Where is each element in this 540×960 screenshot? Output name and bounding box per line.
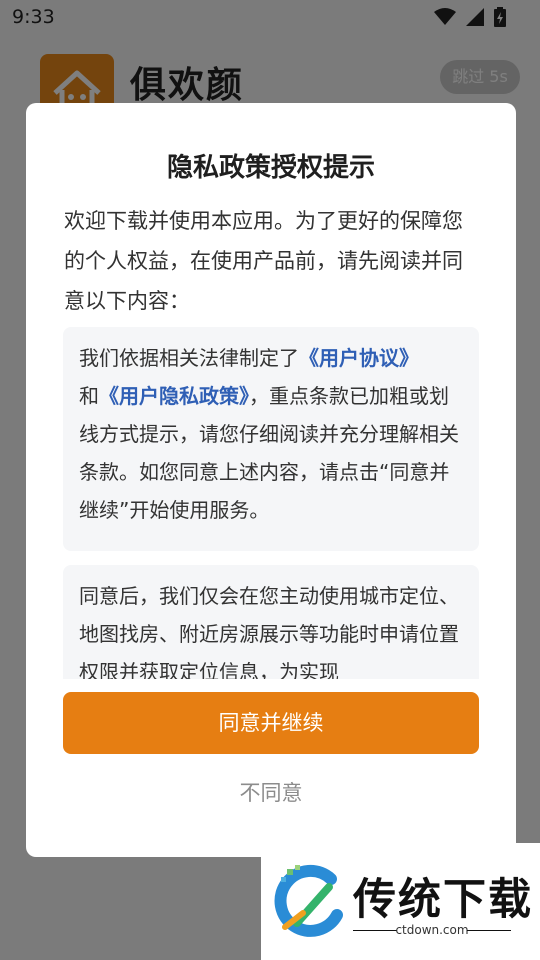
dialog-title: 隐私政策授权提示 [166,153,375,183]
watermark: 传统下载 ctdown.com [261,843,540,960]
terms-conjunction: 和 [79,384,99,408]
user-agreement-link[interactable]: 《用户协议》 [299,346,419,370]
disagree-button[interactable]: 不同意 [26,777,516,807]
location-permission-box: 同意后，我们仅会在您主动使用城市定位、地图找房、附近房源展示等功能时申请位置权限… [63,565,479,679]
watermark-rule-right [467,930,511,931]
dialog-intro: 欢迎下载并使用本应用。为了更好的保障您的个人权益，在使用产品前，请先阅读并同意以… [64,209,463,313]
terms-box: 我们依据相关法律制定了《用户协议》 和《用户隐私政策》，重点条款已加粗或划线方式提… [63,327,479,551]
location-permission-text: 同意后，我们仅会在您主动使用城市定位、地图找房、附近房源展示等功能时申请位置权限… [79,584,459,679]
agree-continue-button[interactable]: 同意并继续 [63,692,479,754]
terms-prefix: 我们依据相关法律制定了 [79,346,299,370]
ctdown-logo [274,864,343,937]
watermark-title: 传统下载 [353,875,533,925]
privacy-dialog: 隐私政策授权提示 欢迎下载并使用本应用。为了更好的保障您的个人权益，在使用产品前… [26,103,516,857]
terms-scroll-area[interactable]: 我们依据相关法律制定了《用户协议》 和《用户隐私政策》，重点条款已加粗或划线方式提… [63,327,479,679]
privacy-policy-link[interactable]: 《用户隐私政策》 [99,384,249,408]
